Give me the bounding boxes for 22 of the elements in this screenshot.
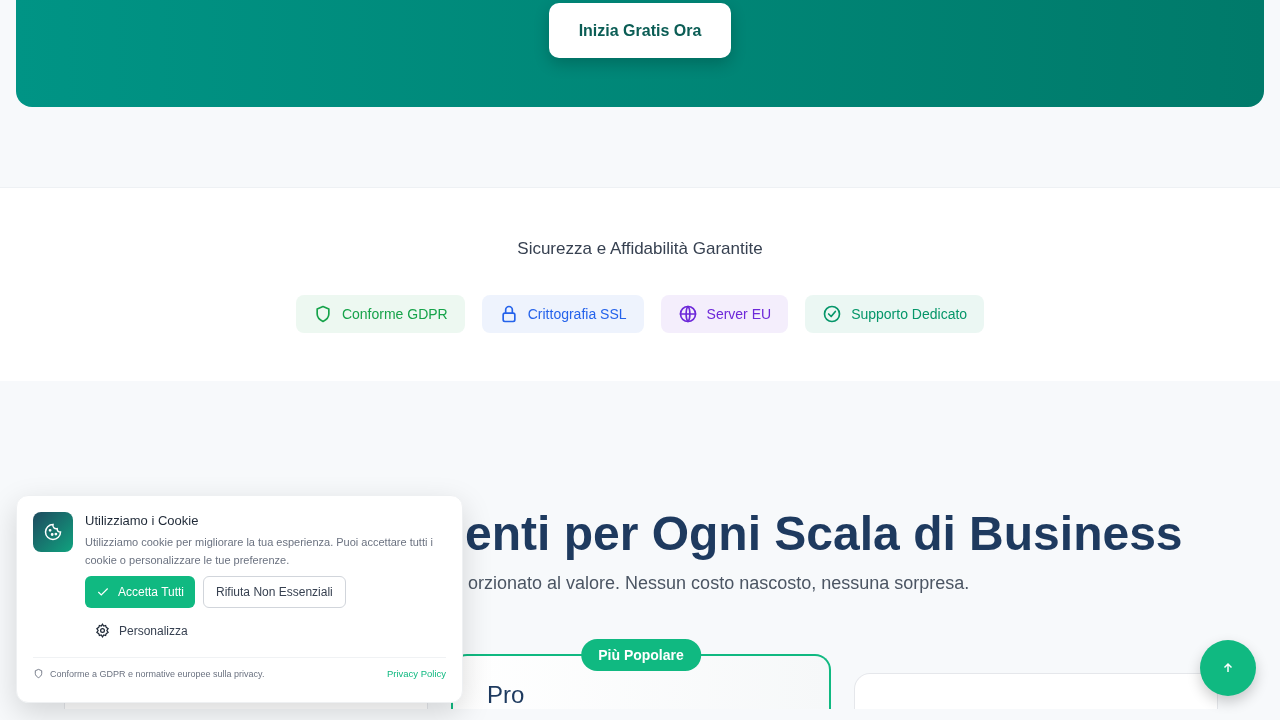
check-icon xyxy=(96,585,110,599)
customize-button[interactable]: Personalizza xyxy=(95,621,188,640)
reject-button[interactable]: Rifiuta Non Essenziali xyxy=(203,576,346,608)
shield-icon xyxy=(33,668,44,679)
check-circle-icon xyxy=(822,304,843,324)
globe-icon xyxy=(677,304,698,324)
trust-badge: Supporto Dedicato xyxy=(805,295,985,333)
trust-badge: Crittografia SSL xyxy=(481,295,644,333)
trust-badge: Conforme GDPR xyxy=(295,295,465,333)
trust-badge: Server EU xyxy=(660,295,789,333)
section-heading: enti per Ogni Scala di Business xyxy=(465,506,1184,562)
scroll-to-top-button[interactable] xyxy=(1200,640,1256,696)
section-subtitle: orzionato al valore. Nessun costo nascosto, nessuna sorpresa. xyxy=(468,573,971,594)
settings-icon xyxy=(95,623,110,638)
cookie-title: Utilizziamo i Cookie xyxy=(85,513,200,528)
section-title: Sicurezza e Affidabilità Garantite xyxy=(516,239,764,259)
cookie-icon xyxy=(33,512,73,552)
cookie-description: Utilizziamo cookie per migliorare la tua esperienza. Puoi accettare tutti i cookie o personalizzare le tue preferenze. xyxy=(85,535,434,568)
arrow-up-icon xyxy=(1221,661,1235,675)
popular-badge: Più Popolare xyxy=(581,639,701,671)
start-free-button[interactable]: Inizia Gratis Ora xyxy=(549,3,731,58)
compliance-note: Conforme a GDPR e normative europee sulla privacy. xyxy=(50,668,265,679)
